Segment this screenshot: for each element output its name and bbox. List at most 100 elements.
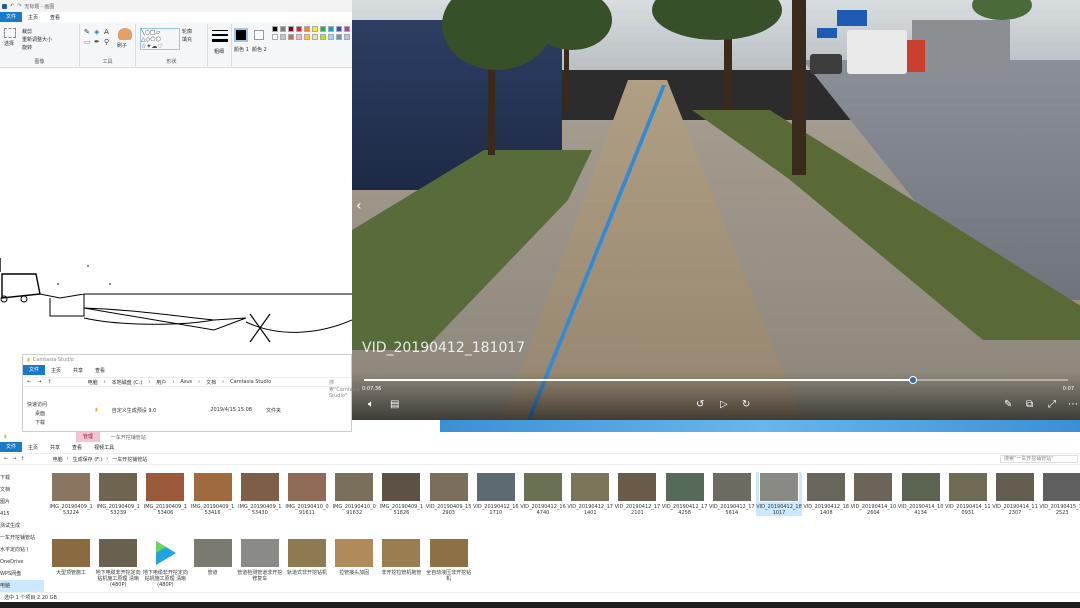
tab-home[interactable]: 主页 <box>22 444 44 451</box>
text-tool-icon[interactable]: A <box>104 28 109 36</box>
color1-swatch[interactable] <box>234 28 248 42</box>
nav-item[interactable]: 文档 <box>0 484 44 496</box>
color1-label[interactable]: 颜色 1 <box>234 46 249 53</box>
nav-item[interactable]: 一车开挖铺管站 <box>0 532 44 544</box>
redo-icon[interactable]: ↷ <box>17 3 21 9</box>
video-file-item[interactable]: VID_20190414_112307 <box>992 472 1038 516</box>
nav-item[interactable]: 测试生成 <box>0 520 44 532</box>
play-icon[interactable]: ▷ <box>720 400 728 410</box>
palette-swatch[interactable] <box>304 34 310 40</box>
brush-icon[interactable] <box>118 28 132 40</box>
color-picker-icon[interactable]: ✒ <box>94 38 100 46</box>
save-icon[interactable] <box>2 3 7 9</box>
size-label[interactable]: 粗细 <box>214 48 224 55</box>
palette-swatch[interactable] <box>336 26 342 32</box>
image-file-item[interactable]: 非开挖拉管机拖管 <box>378 538 424 576</box>
palette-swatch[interactable] <box>344 34 350 40</box>
image-file-item[interactable]: 全自动液压非开挖钻机 <box>426 538 472 582</box>
explorer-search[interactable]: 搜索"一车开挖铺管站" <box>1000 455 1078 463</box>
previous-arrow-icon[interactable]: ‹ <box>356 198 362 214</box>
select-icon[interactable] <box>4 28 16 38</box>
palette-swatch[interactable] <box>320 34 326 40</box>
palette-swatch[interactable] <box>280 34 286 40</box>
video-file-item[interactable]: VID_20190414_110931 <box>945 472 991 516</box>
tab-video-tools[interactable]: 视频工具 <box>88 444 120 451</box>
video-file-item[interactable]: VID_20190412_175614 <box>709 472 755 516</box>
image-file-item[interactable]: 轨道式非开挖钻机 <box>284 538 330 576</box>
palette-swatch[interactable] <box>272 34 278 40</box>
outline-label[interactable]: 轮廓 <box>182 28 192 35</box>
tab-manage[interactable]: 管理 <box>76 432 100 442</box>
up-arrow-icon[interactable]: ↑ <box>20 456 24 462</box>
camtasia-tab-home[interactable]: 主页 <box>45 367 67 374</box>
tab-view[interactable]: 查看 <box>66 444 88 451</box>
nav-item[interactable]: 水平定向钻 ( <box>0 544 44 556</box>
camtasia-path-0[interactable]: 电脑 <box>88 379 98 386</box>
palette-swatch[interactable] <box>288 26 294 32</box>
image-file-item[interactable]: IMG_20190410_091632 <box>331 472 377 516</box>
video-file-item[interactable]: VID_20190412_181408 <box>803 472 849 516</box>
path-segment-1[interactable]: 生成保存 (F:) <box>73 456 103 463</box>
paint-tab-home[interactable]: 主页 <box>22 14 44 21</box>
camtasia-tab-file[interactable]: 文件 <box>23 365 46 375</box>
video-file-item[interactable]: VID_20190412_161710 <box>473 472 519 516</box>
eraser-icon[interactable]: ▭ <box>84 38 91 46</box>
palette-swatch[interactable] <box>320 26 326 32</box>
palette-swatch[interactable] <box>296 26 302 32</box>
image-file-item[interactable]: IMG_20190409_153406 <box>142 472 188 516</box>
image-file-item[interactable]: 大型顶管施工 <box>48 538 94 576</box>
pencil-icon[interactable]: ✎ <box>84 28 90 36</box>
forward-arrow-icon[interactable]: → <box>37 379 41 385</box>
paint-tab-file[interactable]: 文件 <box>0 12 23 22</box>
image-file-item[interactable]: IMG_20190409_153239 <box>95 472 141 516</box>
palette-swatch[interactable] <box>344 26 350 32</box>
nav-item[interactable]: 图片 <box>0 496 44 508</box>
back-arrow-icon[interactable]: ← <box>27 379 31 385</box>
undo-icon[interactable]: ↶ <box>10 3 14 9</box>
resize-label[interactable]: 重新调整大小 <box>22 36 52 43</box>
palette-swatch[interactable] <box>328 26 334 32</box>
palette-swatch[interactable] <box>312 34 318 40</box>
palette-swatch[interactable] <box>328 34 334 40</box>
image-file-item[interactable]: 管道检测管道非开挖修复车 <box>237 538 283 582</box>
magnifier-icon[interactable]: ⚲ <box>104 38 109 46</box>
volume-icon[interactable]: 🔈︎ <box>368 400 374 410</box>
video-file-item[interactable]: 地下电缆非开挖定向钻机施工原理 清晰(480P) <box>95 538 141 588</box>
color2-label[interactable]: 颜色 2 <box>252 46 267 53</box>
camtasia-tab-view[interactable]: 查看 <box>89 367 111 374</box>
camtasia-path-1[interactable]: 本地磁盘 (C:) <box>112 379 143 386</box>
video-file-item[interactable]: VID_20190409_152903 <box>426 472 472 516</box>
video-file-item[interactable]: VID_20190414_104134 <box>898 472 944 516</box>
nav-item[interactable]: 下载 <box>0 472 44 484</box>
video-file-item[interactable]: VID_20190415_102523 <box>1039 472 1080 516</box>
video-player[interactable]: ‹ VID_20190412_181017 0:07:36 0:07 🔈︎ ▤ … <box>352 0 1080 420</box>
fullscreen-icon[interactable]: ⤢ <box>1048 400 1056 410</box>
brush-label[interactable]: 刷子 <box>117 42 127 49</box>
shapes-gallery[interactable]: ╲○□▱ △◇⬠⬡ ☆✦☁♡ <box>140 28 180 50</box>
seek-bar-thumb[interactable] <box>909 376 918 384</box>
subtitles-icon[interactable]: ▤ <box>390 400 399 410</box>
color2-swatch[interactable] <box>254 30 264 40</box>
nav-item[interactable]: 电脑 <box>0 580 44 592</box>
rewind-icon[interactable]: ↺ <box>696 400 704 410</box>
select-label[interactable]: 选择 <box>4 40 14 47</box>
forward-arrow-icon[interactable]: → <box>12 456 16 462</box>
palette-swatch[interactable] <box>280 26 286 32</box>
palette-swatch[interactable] <box>272 26 278 32</box>
fill-label[interactable]: 填充 <box>182 36 192 43</box>
image-file-item[interactable]: 地下电缆非开挖定向钻机施工原理 清晰(480P) <box>142 538 188 588</box>
up-arrow-icon[interactable]: ↑ <box>47 379 51 385</box>
camtasia-tab-share[interactable]: 共享 <box>67 367 89 374</box>
back-arrow-icon[interactable]: ← <box>4 456 8 462</box>
crop-label[interactable]: 裁剪 <box>22 28 32 35</box>
nav-downloads[interactable]: 下载 <box>27 419 87 428</box>
fill-bucket-icon[interactable]: ◈ <box>94 28 99 36</box>
tab-share[interactable]: 共享 <box>44 444 66 451</box>
image-file-item[interactable]: IMG_20190410_091611 <box>284 472 330 516</box>
camtasia-path-3[interactable]: Asus <box>180 379 192 385</box>
paint-tab-view[interactable]: 查看 <box>44 14 66 21</box>
paint-canvas-top[interactable] <box>0 68 352 198</box>
rotate-label[interactable]: 旋转 <box>22 44 32 51</box>
nav-item[interactable]: OneDrive <box>0 556 44 568</box>
image-file-item[interactable]: IMG_20190409_153224 <box>48 472 94 516</box>
